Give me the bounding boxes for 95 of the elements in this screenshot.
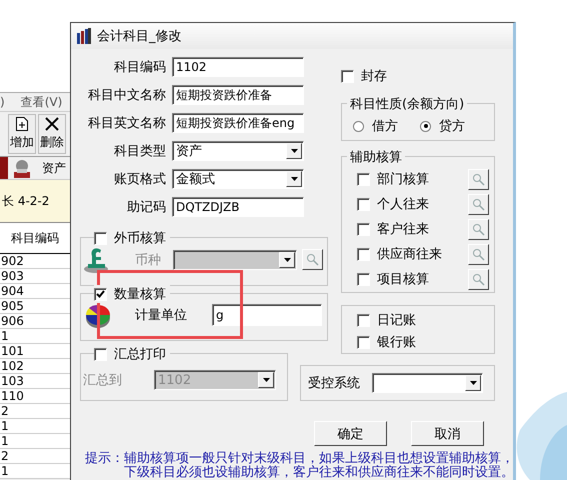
search-button[interactable] [468,194,489,214]
checkbox[interactable] [357,248,370,260]
checkbox-label: 数量核算 [114,286,166,303]
search-icon [472,272,485,286]
field-label: 科目中文名称 [87,87,166,104]
caret-icon [262,378,270,382]
person-icon [12,158,32,178]
dropdown-field[interactable]: 金额式 [172,169,304,189]
dropdown-field[interactable]: 资产 [172,141,304,161]
table-cell: 101 [0,344,70,359]
field-label: 受控系统 [308,375,360,392]
checkbox-label: 日记账 [377,312,416,329]
table-cell: 2 [0,449,70,464]
checkbox[interactable] [357,314,370,326]
checkbox[interactable] [357,222,370,236]
checkbox[interactable] [341,70,354,82]
field-label: 科目类型 [113,143,166,160]
table-cell: 904 [0,284,70,299]
menu-item[interactable]: ) [0,95,5,109]
checkbox-label: 封存 [361,68,387,85]
search-icon [306,253,319,266]
checkbox[interactable] [357,198,370,210]
checkbox-label: 汇总打印 [114,346,166,363]
checkbox-label: 银行账 [377,334,416,351]
field-label: 科目英文名称 [87,115,166,132]
group-title: 辅助核算 [347,148,405,166]
checkbox-label: 个人往来 [377,196,429,213]
search-button[interactable] [468,268,489,290]
table-cell: 1 [0,464,70,479]
table-cell: 102 [0,359,70,374]
checkbox[interactable] [94,288,107,300]
checkbox[interactable] [94,348,107,360]
table-cell: 905 [0,299,70,314]
currency-icon [83,246,109,273]
table-cell: 110 [0,389,70,404]
radio-button[interactable] [420,120,431,132]
delete-button[interactable]: 删除 [38,114,66,154]
search-button[interactable] [468,244,489,264]
checkbox-label: 外币核算 [114,230,166,247]
radio-button[interactable] [353,120,364,132]
field-label: 汇总到 [83,372,122,389]
radio-label: 贷方 [439,118,465,135]
checkbox[interactable] [357,272,370,286]
search-icon [472,222,485,236]
dropdown-field[interactable] [173,250,297,270]
checkbox-label: 部门核算 [377,171,429,188]
checkbox-label: 客户往来 [377,221,429,238]
text-field[interactable]: 1102 [172,57,304,77]
radio-label: 借方 [372,118,398,135]
field-label: 科目编码 [113,59,166,76]
books-icon [77,28,91,44]
table-cell: 103 [0,374,70,389]
table-cell: 903 [0,269,70,284]
table-cell: 906 [0,314,70,329]
checkbox[interactable] [94,232,107,244]
ok-button[interactable]: 确定 [314,421,387,446]
checkbox[interactable] [357,172,370,186]
text-field[interactable]: DQTZDJZB [172,197,304,217]
caret-icon [290,177,298,181]
checkbox[interactable] [357,336,370,348]
search-button[interactable] [468,218,489,240]
caret-icon [470,381,476,385]
table-cell: 902 [0,254,70,269]
column-header: 科目编码 [0,222,70,254]
search-button[interactable] [468,168,489,190]
info-text: 长 4-2-2 [0,179,70,222]
close-icon [45,117,59,131]
table-cell: 1 [0,329,70,344]
menu-item[interactable]: 查看(V) [20,94,62,110]
field-label: 账页格式 [113,171,166,188]
group-title: 科目性质(余额方向) [347,95,468,113]
text-field[interactable]: 短期投资跌价准备 [172,85,304,105]
cancel-button[interactable]: 取消 [411,421,484,446]
caret-icon [290,149,298,153]
caret-icon [284,258,290,262]
text-field[interactable]: g [212,304,322,326]
hint-text: 辅助核算项一般只针对末级科目，如果上级科目也想设置辅助核算， 下级科目必须也设辅助核算，客户往来和供应商往来不能同时设置。 [124,452,513,480]
search-icon [472,198,485,210]
field-label: 计量单位 [135,307,187,324]
field-label: 币种 [135,252,161,268]
table-cell: 2 [0,404,70,419]
dropdown-field[interactable] [372,373,483,393]
search-button[interactable] [302,249,323,270]
text-field[interactable]: 短期投资跌价准备eng [172,113,304,133]
hint-label: 提示： [85,452,124,468]
window-title: 会计科目_修改 [97,28,182,45]
search-icon [472,172,485,186]
table-cell: 1 [0,419,70,434]
checkbox-label: 项目核算 [377,271,429,288]
search-icon [472,248,485,260]
document-plus-icon [16,117,28,131]
checkbox-label: 供应商往来 [377,246,442,263]
field-label: 助记码 [126,199,166,216]
table-cell: 1 [0,434,70,449]
add-button[interactable]: 增加 [8,114,36,154]
